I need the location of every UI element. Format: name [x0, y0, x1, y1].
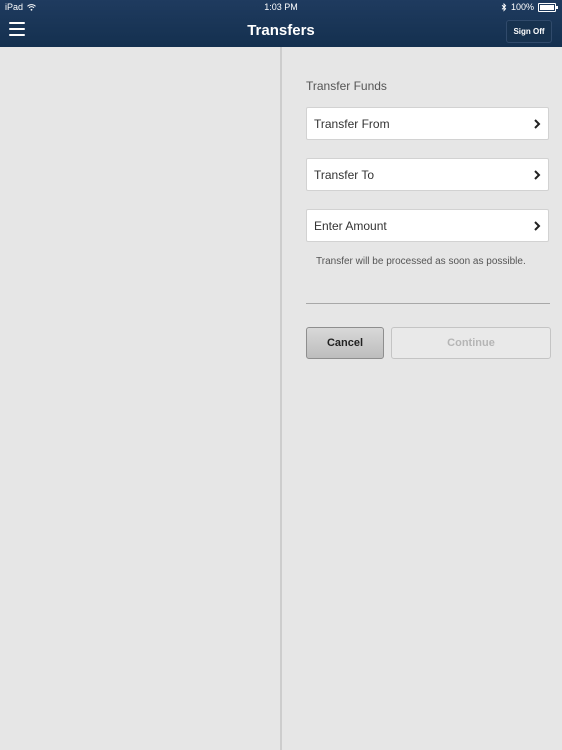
cancel-button[interactable]: Cancel: [306, 327, 384, 359]
enter-amount-label: Enter Amount: [314, 219, 387, 233]
battery-icon: [538, 2, 558, 12]
continue-button[interactable]: Continue: [391, 327, 551, 359]
status-right: 100%: [501, 2, 558, 12]
transfer-to-label: Transfer To: [314, 168, 375, 182]
section-title: Transfer Funds: [306, 79, 387, 93]
transfer-from-label: Transfer From: [314, 117, 390, 131]
status-time: 1:03 PM: [264, 2, 298, 12]
left-pane: [0, 47, 280, 750]
battery-percent: 100%: [510, 2, 534, 12]
bluetooth-icon: [501, 2, 507, 12]
processing-note: Transfer will be processed as soon as po…: [316, 256, 526, 267]
chevron-right-icon: [534, 170, 541, 180]
chevron-right-icon: [534, 221, 541, 231]
transfer-panel: Transfer Funds Transfer From Transfer To…: [282, 47, 562, 750]
top-bar: iPad 1:03 PM 100% Transfers Sign Off: [0, 0, 562, 47]
divider-line: [306, 303, 550, 304]
transfer-from-row[interactable]: Transfer From: [306, 107, 549, 140]
page-title: Transfers: [247, 22, 315, 39]
chevron-right-icon: [534, 119, 541, 129]
sign-off-button[interactable]: Sign Off: [506, 20, 552, 43]
transfer-to-row[interactable]: Transfer To: [306, 158, 549, 191]
enter-amount-row[interactable]: Enter Amount: [306, 209, 549, 242]
